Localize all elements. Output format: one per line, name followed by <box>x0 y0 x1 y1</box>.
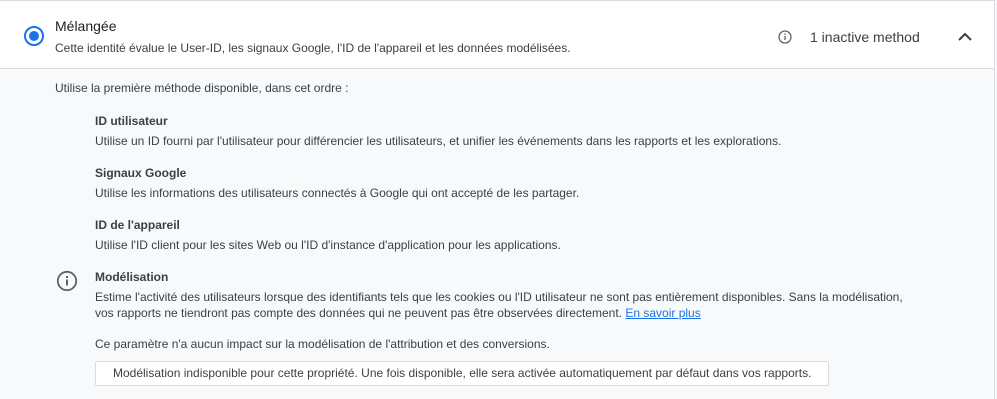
method-device-id: ID de l'appareil Utilise l'ID client pou… <box>95 217 561 253</box>
method-description: Estime l'activité des utilisateurs lorsq… <box>95 289 905 321</box>
method-title: Signaux Google <box>95 166 187 180</box>
option-description: Cette identité évalue le User-ID, les si… <box>55 41 571 55</box>
method-title: ID utilisateur <box>95 114 168 128</box>
identity-option-panel: Mélangée Cette identité évalue le User-I… <box>0 0 995 399</box>
method-description: Utilise l'ID client pour les sites Web o… <box>95 238 561 252</box>
attribution-note: Ce paramètre n'a aucun impact sur la mod… <box>95 337 550 351</box>
inactive-method-count: 1 inactive method <box>810 29 920 45</box>
method-description: Utilise les informations des utilisateur… <box>95 186 580 200</box>
method-title: Modélisation <box>95 270 169 284</box>
method-user-id: ID utilisateur Utilise un ID fourni par … <box>95 113 781 149</box>
chevron-up-icon[interactable] <box>955 27 975 47</box>
info-icon <box>778 30 792 44</box>
modeling-description-text: Estime l'activité des utilisateurs lorsq… <box>95 290 903 320</box>
radio-blended[interactable] <box>24 26 44 46</box>
info-icon <box>56 270 78 292</box>
learn-more-link[interactable]: En savoir plus <box>625 306 700 320</box>
method-description: Utilise un ID fourni par l'utilisateur p… <box>95 134 782 148</box>
method-title: ID de l'appareil <box>95 218 180 232</box>
methods-intro: Utilise la première méthode disponible, … <box>55 81 349 95</box>
method-google-signals: Signaux Google Utilise les informations … <box>95 165 579 201</box>
option-title: Mélangée <box>55 18 117 34</box>
method-modeling: Modélisation Estime l'activité des utili… <box>95 269 905 321</box>
modeling-unavailable-notice: Modélisation indisponible pour cette pro… <box>95 361 830 386</box>
option-header[interactable]: Mélangée Cette identité évalue le User-I… <box>0 1 994 69</box>
